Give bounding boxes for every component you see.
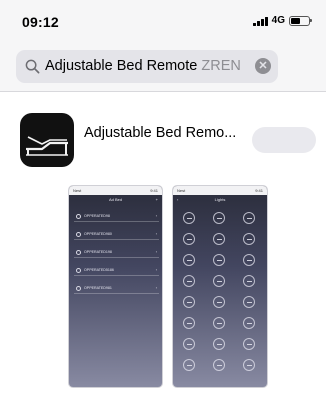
remote-button	[183, 275, 195, 287]
mini-header-title: Ad Bed	[108, 197, 123, 202]
mini-header-title: Lights	[214, 197, 226, 202]
back-icon: ‹	[177, 197, 179, 202]
remote-button	[243, 338, 255, 350]
device-icon	[76, 232, 81, 237]
search-hint: ZREN	[197, 58, 241, 74]
mini-status-bar: Nest 9:41	[69, 186, 162, 195]
remote-button	[183, 359, 195, 371]
remote-button	[243, 212, 255, 224]
mini-status-right: 9:41	[255, 188, 263, 193]
app-screenshot-2[interactable]: Nest 9:41 ‹ Lights	[172, 185, 268, 388]
chevron-right-icon: ›	[155, 250, 157, 254]
device-label: OPPERATED198	[84, 250, 112, 254]
remote-button	[243, 317, 255, 329]
device-icon	[76, 214, 81, 219]
device-row: OPPERATED198 ›	[74, 247, 159, 258]
chevron-right-icon: ›	[155, 268, 157, 272]
app-icon[interactable]	[20, 113, 74, 167]
remote-button	[243, 233, 255, 245]
remote-button	[213, 254, 225, 266]
device-row: OPPERATED5186 ›	[74, 265, 159, 276]
remote-button	[183, 254, 195, 266]
battery-level	[291, 17, 301, 24]
get-button[interactable]	[252, 127, 316, 153]
search-input[interactable]: Adjustable Bed Remote ZREN	[45, 58, 257, 74]
remote-button	[213, 317, 225, 329]
chevron-right-icon: ›	[155, 232, 157, 236]
mini-header: Ad Bed +	[69, 195, 162, 205]
search-query: Adjustable Bed Remote	[45, 58, 198, 74]
mini-status-right: 9:41	[150, 188, 158, 193]
chevron-right-icon: ›	[155, 286, 157, 290]
remote-button	[243, 296, 255, 308]
device-row: OPPERATED980 ›	[74, 229, 159, 240]
mini-header: ‹ Lights	[173, 195, 267, 205]
device-label: OPPERATED5186	[84, 268, 114, 272]
remote-button	[213, 338, 225, 350]
mini-status-left: Nest	[73, 188, 82, 193]
battery-icon	[289, 15, 312, 26]
app-name[interactable]: Adjustable Bed Remo...	[84, 125, 236, 141]
status-time: 09:12	[22, 14, 59, 30]
remote-button	[213, 212, 225, 224]
remote-button	[243, 275, 255, 287]
device-label: OPPERATED98	[84, 214, 110, 218]
search-field[interactable]: Adjustable Bed Remote ZREN ✕	[16, 50, 278, 83]
device-label: OPPERATED981	[84, 286, 112, 290]
device-icon	[76, 268, 81, 273]
device-row: OPPERATED981 ›	[74, 283, 159, 294]
remote-button	[243, 359, 255, 371]
remote-button	[243, 254, 255, 266]
remote-button	[183, 317, 195, 329]
app-screenshot-1[interactable]: Nest 9:41 Ad Bed + OPPERATED98 › OPPERATED…	[68, 185, 163, 388]
chevron-right-icon: ›	[155, 214, 157, 218]
remote-button	[183, 296, 195, 308]
remote-button	[183, 233, 195, 245]
search-result[interactable]: Adjustable Bed Remo... Nest 9:41 Ad Bed …	[0, 93, 326, 401]
network-type: 4G	[271, 15, 285, 26]
mini-status-left: Nest	[177, 188, 186, 193]
remote-button	[183, 338, 195, 350]
remote-button	[213, 233, 225, 245]
status-bar: 09:12 4G	[0, 0, 326, 44]
device-icon	[76, 286, 81, 291]
device-icon	[76, 250, 81, 255]
device-label: OPPERATED980	[84, 232, 112, 236]
mini-status-bar: Nest 9:41	[173, 186, 267, 195]
signal-icon	[253, 16, 268, 26]
clear-icon[interactable]: ✕	[255, 58, 271, 74]
status-indicators: 4G	[253, 15, 312, 26]
add-icon: +	[155, 197, 158, 202]
device-row: OPPERATED98 ›	[74, 211, 159, 222]
remote-button	[213, 296, 225, 308]
remote-button	[183, 212, 195, 224]
search-area: Adjustable Bed Remote ZREN ✕	[0, 44, 326, 92]
adjustable-bed-icon	[26, 136, 68, 156]
remote-button	[213, 275, 225, 287]
search-icon	[25, 59, 40, 74]
remote-button	[213, 359, 225, 371]
